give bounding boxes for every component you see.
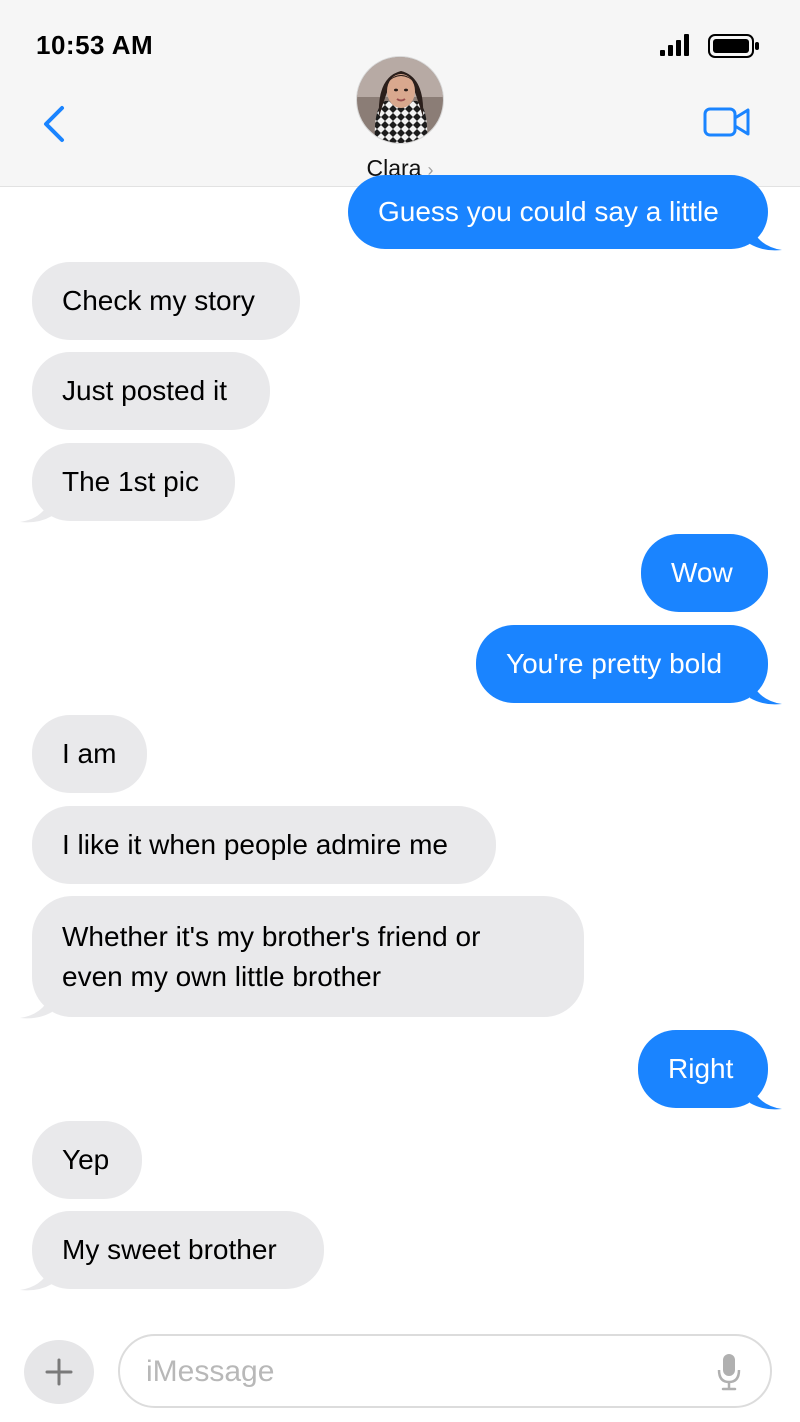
message-text: I like it when people admire me	[62, 829, 448, 860]
message-text: My sweet brother	[62, 1234, 277, 1265]
add-attachment-button[interactable]	[24, 1340, 94, 1404]
video-camera-icon[interactable]	[702, 104, 752, 140]
message-bubble-incoming[interactable]: Check my story	[32, 262, 300, 340]
message-text: I am	[62, 738, 117, 769]
message-text: Whether it's my brother's friend or even…	[62, 920, 481, 992]
message-bubble-incoming[interactable]: Just posted it	[32, 352, 270, 430]
message-text: Right	[668, 1053, 734, 1084]
bubble-tail	[750, 1081, 782, 1110]
microphone-icon[interactable]	[716, 1352, 742, 1392]
bubble-tail	[750, 222, 782, 251]
message-bubble-incoming[interactable]: Whether it's my brother's friend or even…	[32, 896, 584, 1017]
message-bubble-incoming[interactable]: I am	[32, 715, 147, 793]
message-input[interactable]	[146, 1346, 686, 1398]
conversation-header: 10:53 AM Clara ›	[0, 0, 800, 187]
status-time: 10:53 AM	[36, 30, 154, 60]
message-text: Guess you could say a little	[378, 196, 719, 227]
message-bubble-outgoing[interactable]: Right	[638, 1030, 768, 1108]
back-chevron-icon[interactable]	[38, 104, 72, 144]
message-text: Check my story	[62, 285, 255, 316]
bubble-tail	[20, 990, 52, 1019]
bubble-tail	[750, 676, 782, 705]
avatar[interactable]	[356, 56, 444, 144]
message-text: Wow	[671, 557, 733, 588]
message-text: You're pretty bold	[506, 648, 723, 679]
plus-icon	[45, 1358, 73, 1386]
message-text: Yep	[62, 1144, 110, 1175]
message-bubble-incoming[interactable]: The 1st pic	[32, 443, 235, 521]
message-bubble-incoming[interactable]: I like it when people admire me	[32, 806, 496, 884]
bubble-tail	[20, 494, 52, 523]
message-bubble-incoming[interactable]: My sweet brother	[32, 1211, 324, 1289]
message-input-container	[118, 1334, 772, 1408]
message-bubble-outgoing[interactable]: Wow	[641, 534, 768, 612]
message-text: Just posted it	[62, 375, 227, 406]
avatar-photo	[357, 57, 443, 143]
message-bubble-outgoing[interactable]: You're pretty bold	[476, 625, 768, 703]
battery-icon	[708, 34, 759, 58]
message-bubble-incoming[interactable]: Yep	[32, 1121, 142, 1199]
signal-icon	[660, 34, 689, 56]
message-text: The 1st pic	[62, 466, 199, 497]
message-bubble-outgoing[interactable]: Guess you could say a little	[348, 175, 768, 249]
bubble-tail	[20, 1262, 52, 1291]
